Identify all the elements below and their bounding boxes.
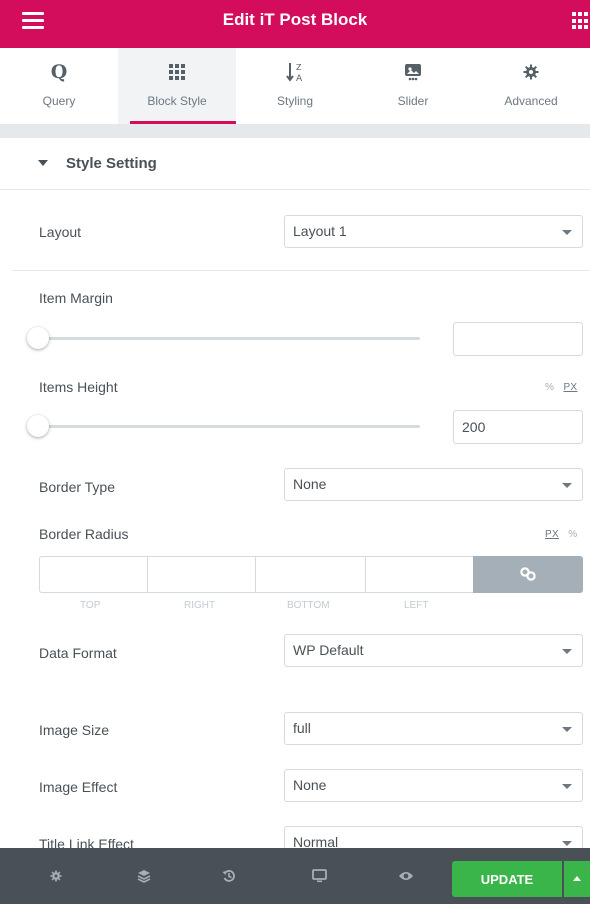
svg-text:A: A (296, 74, 303, 83)
chevron-down-icon (562, 727, 572, 732)
items-height-slider[interactable] (40, 425, 420, 428)
border-radius-bottom-input[interactable] (255, 556, 365, 593)
data-format-value: WP Default (293, 642, 364, 658)
items-height-label: Items Height (39, 379, 118, 395)
image-effect-label: Image Effect (39, 779, 118, 795)
border-radius-left-input[interactable] (365, 556, 473, 593)
chevron-down-icon (562, 649, 572, 654)
data-format-label: Data Format (39, 645, 117, 661)
data-format-select[interactable]: WP Default (284, 634, 583, 667)
eye-icon (399, 872, 413, 880)
divider (12, 270, 590, 271)
tab-styling[interactable]: Z A Styling (236, 48, 354, 124)
save-options-button[interactable] (564, 861, 590, 897)
tab-label: Block Style (147, 94, 207, 108)
link-values-button[interactable] (473, 556, 583, 593)
unit-px[interactable]: PX (563, 382, 577, 393)
item-margin-slider-handle[interactable] (27, 327, 49, 349)
layout-label: Layout (39, 224, 82, 240)
section-title: Style Setting (66, 155, 157, 172)
dimension-label-bottom: BOTTOM (287, 600, 330, 611)
item-margin-input[interactable] (453, 322, 583, 356)
border-radius-dimensions (39, 556, 583, 593)
chevron-down-icon (562, 841, 572, 846)
image-size-select[interactable]: full (284, 712, 583, 745)
gear-icon (523, 64, 539, 80)
gear-icon (50, 870, 62, 882)
chevron-down-icon (562, 784, 572, 789)
slider-icon (405, 64, 421, 81)
chevron-down-icon (562, 230, 572, 235)
caret-down-icon (38, 160, 48, 166)
item-margin-label: Item Margin (39, 290, 113, 306)
chevron-down-icon (562, 483, 572, 488)
tab-advanced[interactable]: Advanced (472, 48, 590, 124)
panel-title: Edit iT Post Block (222, 10, 368, 29)
items-height-units: % PX (545, 382, 577, 393)
section-band (0, 124, 590, 138)
settings-button[interactable] (48, 868, 64, 884)
tab-block-style[interactable]: Block Style (118, 48, 236, 124)
tab-slider[interactable]: Slider (354, 48, 472, 124)
history-button[interactable] (221, 868, 237, 884)
history-icon (222, 870, 235, 882)
editor-header: Edit iT Post Block (0, 0, 590, 48)
preview-button[interactable] (398, 868, 414, 884)
image-effect-value: None (293, 777, 327, 793)
unit-percent[interactable]: % (568, 529, 577, 540)
layout-value: Layout 1 (293, 223, 347, 239)
tab-label: Advanced (504, 94, 558, 108)
navigator-button[interactable] (136, 868, 152, 884)
responsive-mode-button[interactable] (311, 868, 327, 884)
svg-text:Z: Z (296, 63, 302, 72)
item-margin-slider[interactable] (40, 337, 420, 340)
image-size-value: full (293, 720, 311, 736)
image-effect-select[interactable]: None (284, 769, 583, 802)
panel-tabs: Q Query Block Style Z A Styling Slider A… (0, 48, 590, 124)
tab-query[interactable]: Q Query (0, 48, 118, 124)
section-toggle-style-setting[interactable]: Style Setting (0, 138, 590, 190)
sort-alpha-icon: Z A (286, 63, 303, 83)
update-button[interactable]: UPDATE (452, 861, 562, 897)
image-size-label: Image Size (39, 722, 110, 738)
tab-label: Slider (397, 94, 429, 108)
items-height-slider-handle[interactable] (27, 415, 49, 437)
dimension-label-top: TOP (80, 600, 101, 611)
dimension-label-right: RIGHT (184, 600, 216, 611)
border-radius-top-input[interactable] (39, 556, 147, 593)
border-radius-right-input[interactable] (147, 556, 255, 593)
border-type-select[interactable]: None (284, 468, 583, 501)
border-type-label: Border Type (39, 479, 116, 495)
tab-label: Styling (276, 94, 314, 108)
unit-percent[interactable]: % (545, 382, 554, 393)
items-height-input[interactable]: 200 (453, 410, 583, 444)
layout-select[interactable]: Layout 1 (284, 215, 583, 248)
desktop-icon (311, 869, 327, 883)
border-type-value: None (293, 476, 327, 492)
dimension-label-left: LEFT (404, 600, 429, 611)
grid-icon (169, 64, 185, 80)
unit-px[interactable]: PX (545, 529, 559, 540)
border-radius-label: Border Radius (39, 526, 129, 542)
border-radius-units: PX % (545, 529, 577, 540)
widgets-grid-icon[interactable] (572, 12, 590, 30)
link-icon (520, 567, 536, 581)
query-icon: Q (50, 61, 68, 83)
layers-icon (137, 870, 151, 883)
tab-label: Query (42, 94, 76, 108)
